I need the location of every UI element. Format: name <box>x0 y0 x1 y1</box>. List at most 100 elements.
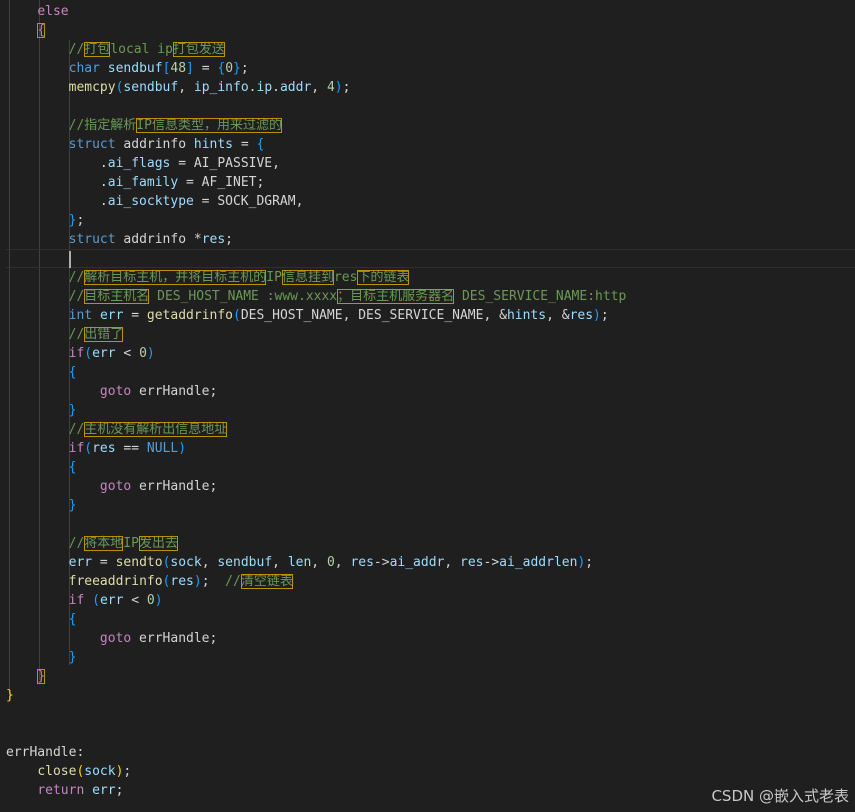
code-token: { <box>68 460 77 475</box>
code-line[interactable]: } <box>6 648 855 667</box>
code-line[interactable]: goto errHandle; <box>6 477 855 496</box>
code-line[interactable]: //指定解析IP信息类型，用来过滤的 <box>6 116 855 135</box>
code-line[interactable]: struct addrinfo hints = { <box>6 135 855 154</box>
code-line[interactable]: errHandle: <box>6 743 855 762</box>
code-token: , <box>334 555 351 570</box>
code-token: err <box>92 346 116 361</box>
code-token: ai_flags <box>107 156 171 171</box>
code-token: == <box>115 441 147 456</box>
code-token: = AI_PASSIVE, <box>170 156 280 171</box>
code-comment: DES_HOST_NAME :www.xxxx <box>149 289 338 304</box>
code-line[interactable]: goto errHandle; <box>6 629 855 648</box>
code-line[interactable]: } <box>6 686 855 705</box>
code-token: res <box>170 574 194 589</box>
code-line[interactable]: int err = getaddrinfo(DES_HOST_NAME, DES… <box>6 306 855 325</box>
code-line[interactable] <box>6 705 855 724</box>
code-token: res <box>92 441 116 456</box>
code-line[interactable]: .ai_family = AF_INET; <box>6 173 855 192</box>
code-line[interactable]: .ai_socktype = SOCK_DGRAM, <box>6 192 855 211</box>
code-line[interactable]: //打包local ip打包发送 <box>6 40 855 59</box>
code-token: -> <box>373 555 390 570</box>
code-line[interactable]: } <box>6 401 855 420</box>
code-token: addrinfo <box>115 137 194 152</box>
code-line[interactable]: char sendbuf[48] = {0}; <box>6 59 855 78</box>
code-line[interactable]: } <box>6 667 855 686</box>
code-line[interactable]: if(res == NULL) <box>6 439 855 458</box>
code-token: goto <box>99 479 132 494</box>
code-line[interactable] <box>6 724 855 743</box>
code-line[interactable]: //目标主机名 DES_HOST_NAME :www.xxxx；目标主机服务器名… <box>6 287 855 306</box>
code-token: { <box>37 23 46 38</box>
code-line[interactable] <box>6 249 855 268</box>
code-line[interactable]: //出错了 <box>6 325 855 344</box>
code-token: 0 <box>326 555 335 570</box>
code-line[interactable]: struct addrinfo *res; <box>6 230 855 249</box>
code-comment: 下的链表 <box>357 270 410 285</box>
code-token: < <box>123 593 147 608</box>
code-line[interactable]: //解析目标主机，并将目标主机的IP信息挂到res下的链表 <box>6 268 855 287</box>
code-line[interactable]: }; <box>6 211 855 230</box>
code-token: NULL <box>146 441 179 456</box>
code-editor[interactable]: else { //打包local ip打包发送 char sendbuf[48]… <box>0 0 855 812</box>
code-token: . <box>6 156 108 171</box>
code-line[interactable]: else <box>6 2 855 21</box>
code-line[interactable]: freeaddrinfo(res); //清空链表 <box>6 572 855 591</box>
code-line[interactable]: { <box>6 21 855 40</box>
code-comment: 打包 <box>84 42 111 57</box>
code-comment: res <box>333 270 358 285</box>
code-line[interactable]: //将本地IP发出去 <box>6 534 855 553</box>
code-token: , <box>272 555 288 570</box>
code-token: ( <box>233 308 241 323</box>
code-token: ( <box>92 593 100 608</box>
code-comment: 清空链表 <box>240 574 293 589</box>
code-comment: // <box>68 536 85 551</box>
code-line[interactable]: //主机没有解析出信息地址 <box>6 420 855 439</box>
code-line[interactable]: { <box>6 610 855 629</box>
code-token: ; <box>342 80 351 95</box>
code-token: ) <box>154 593 163 608</box>
code-token: = <box>233 137 257 152</box>
code-line[interactable]: memcpy(sendbuf, ip_info.ip.addr, 4); <box>6 78 855 97</box>
code-line[interactable] <box>6 515 855 534</box>
code-line[interactable]: if(err < 0) <box>6 344 855 363</box>
code-line[interactable]: goto errHandle; <box>6 382 855 401</box>
code-token: , <box>311 555 327 570</box>
code-token: = <box>123 308 147 323</box>
code-token: = SOCK_DGRAM, <box>193 194 304 209</box>
code-token: sendbuf <box>107 61 163 76</box>
code-token: { <box>68 612 77 627</box>
code-line[interactable]: close(sock); <box>6 762 855 781</box>
code-token: struct <box>68 232 116 247</box>
code-line[interactable]: } <box>6 496 855 515</box>
code-line[interactable] <box>6 97 855 116</box>
code-line[interactable]: if (err < 0) <box>6 591 855 610</box>
code-token: ) <box>146 346 155 361</box>
code-comment: 出错了 <box>84 327 124 342</box>
code-token: ai_socktype <box>107 194 194 209</box>
code-line[interactable]: { <box>6 363 855 382</box>
text-cursor <box>68 251 71 268</box>
code-token: } <box>6 688 14 703</box>
code-token: sendbuf <box>217 555 273 570</box>
code-token: ; <box>240 61 249 76</box>
code-token: ( <box>84 441 93 456</box>
code-line[interactable]: .ai_flags = AI_PASSIVE, <box>6 154 855 173</box>
code-token: ) <box>178 441 187 456</box>
code-comment: // <box>68 270 85 285</box>
code-line[interactable]: err = sendto(sock, sendbuf, len, 0, res-… <box>6 553 855 572</box>
code-comment: 信息挂到 <box>281 270 334 285</box>
code-token: = AF_INET; <box>178 175 265 190</box>
code-line[interactable]: { <box>6 458 855 477</box>
